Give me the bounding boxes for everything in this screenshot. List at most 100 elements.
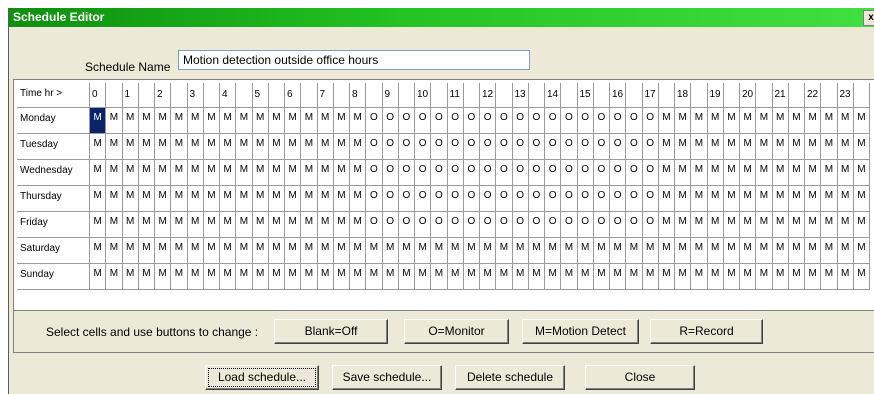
schedule-cell[interactable]: M	[626, 264, 643, 290]
schedule-cell[interactable]: M	[350, 238, 367, 264]
schedule-cell[interactable]: M	[220, 186, 237, 212]
schedule-cell[interactable]: O	[366, 186, 383, 212]
schedule-cell[interactable]: M	[545, 238, 562, 264]
schedule-cell[interactable]: M	[853, 108, 870, 134]
schedule-cell[interactable]: M	[805, 134, 822, 160]
schedule-cell[interactable]: M	[756, 186, 773, 212]
schedule-cell[interactable]: M	[350, 264, 367, 290]
schedule-cell[interactable]: O	[382, 186, 399, 212]
schedule-cell[interactable]: M	[756, 264, 773, 290]
schedule-cell[interactable]: M	[837, 264, 854, 290]
schedule-cell[interactable]: O	[593, 160, 610, 186]
schedule-cell[interactable]: M	[853, 238, 870, 264]
schedule-cell[interactable]: M	[90, 186, 107, 212]
schedule-cell[interactable]: M	[220, 212, 237, 238]
schedule-cell[interactable]: M	[642, 264, 659, 290]
schedule-cell[interactable]: M	[333, 160, 350, 186]
schedule-cell[interactable]: M	[545, 264, 562, 290]
schedule-cell[interactable]: M	[675, 212, 692, 238]
schedule-cell[interactable]: O	[447, 134, 464, 160]
schedule-cell[interactable]: M	[658, 134, 675, 160]
schedule-cell[interactable]: O	[610, 212, 627, 238]
schedule-cell[interactable]: O	[480, 160, 497, 186]
schedule-cell[interactable]: O	[545, 212, 562, 238]
schedule-cell[interactable]: M	[821, 212, 838, 238]
schedule-cell[interactable]: M	[317, 212, 334, 238]
schedule-cell[interactable]: M	[285, 238, 302, 264]
schedule-cell[interactable]: M	[853, 264, 870, 290]
schedule-cell[interactable]: M	[821, 238, 838, 264]
schedule-cell[interactable]: M	[203, 264, 220, 290]
schedule-cell[interactable]: M	[171, 160, 188, 186]
schedule-cell[interactable]: O	[431, 108, 448, 134]
schedule-cell[interactable]: M	[431, 264, 448, 290]
schedule-cell[interactable]: M	[122, 186, 139, 212]
schedule-cell[interactable]: M	[642, 238, 659, 264]
schedule-cell[interactable]: M	[203, 238, 220, 264]
schedule-cell[interactable]: O	[610, 134, 627, 160]
schedule-cell[interactable]: M	[90, 264, 107, 290]
schedule-cell[interactable]: M	[658, 108, 675, 134]
schedule-cell[interactable]: O	[366, 134, 383, 160]
schedule-cell[interactable]: O	[382, 108, 399, 134]
schedule-cell[interactable]: M	[268, 238, 285, 264]
schedule-cell[interactable]: O	[366, 108, 383, 134]
schedule-cell[interactable]: M	[317, 160, 334, 186]
schedule-cell[interactable]: M	[138, 108, 155, 134]
close-button[interactable]: Close	[585, 365, 695, 390]
schedule-cell[interactable]: M	[155, 264, 172, 290]
schedule-cell[interactable]: M	[528, 264, 545, 290]
schedule-cell[interactable]: M	[285, 264, 302, 290]
schedule-cell[interactable]: M	[788, 134, 805, 160]
schedule-cell[interactable]: O	[577, 212, 594, 238]
schedule-cell[interactable]: M	[707, 108, 724, 134]
schedule-cell[interactable]: M	[350, 186, 367, 212]
schedule-cell[interactable]: M	[658, 238, 675, 264]
schedule-cell[interactable]: O	[528, 108, 545, 134]
schedule-cell[interactable]: M	[447, 264, 464, 290]
schedule-cell[interactable]: M	[220, 108, 237, 134]
schedule-cell[interactable]: O	[463, 186, 480, 212]
schedule-cell[interactable]: M	[268, 264, 285, 290]
schedule-cell[interactable]: O	[626, 186, 643, 212]
schedule-cell[interactable]: M	[122, 264, 139, 290]
schedule-cell[interactable]: M	[691, 264, 708, 290]
schedule-cell[interactable]: M	[252, 212, 269, 238]
schedule-cell[interactable]: O	[512, 134, 529, 160]
load-schedule-button[interactable]: Load schedule...	[205, 365, 319, 390]
schedule-cell[interactable]: M	[252, 160, 269, 186]
schedule-cell[interactable]: M	[285, 160, 302, 186]
schedule-cell[interactable]: M	[756, 134, 773, 160]
schedule-cell[interactable]: M	[821, 264, 838, 290]
schedule-cell[interactable]: M	[220, 134, 237, 160]
motion-detect-button[interactable]: M=Motion Detect	[522, 319, 639, 344]
schedule-cell[interactable]: M	[285, 108, 302, 134]
schedule-cell[interactable]: O	[561, 134, 578, 160]
schedule-cell[interactable]: M	[837, 134, 854, 160]
schedule-cell[interactable]: M	[821, 160, 838, 186]
schedule-cell[interactable]: O	[463, 134, 480, 160]
schedule-cell[interactable]: M	[106, 186, 123, 212]
schedule-cell[interactable]: M	[480, 264, 497, 290]
schedule-cell[interactable]: M	[187, 134, 204, 160]
schedule-cell[interactable]: M	[853, 212, 870, 238]
schedule-cell[interactable]: M	[772, 238, 789, 264]
schedule-cell[interactable]: M	[187, 238, 204, 264]
schedule-cell[interactable]: M	[155, 212, 172, 238]
schedule-cell[interactable]: M	[593, 238, 610, 264]
schedule-cell[interactable]: M	[106, 264, 123, 290]
schedule-cell[interactable]: O	[447, 108, 464, 134]
schedule-cell[interactable]: M	[333, 264, 350, 290]
schedule-cell[interactable]: M	[90, 238, 107, 264]
schedule-cell[interactable]: O	[545, 160, 562, 186]
schedule-cell[interactable]: M	[723, 134, 740, 160]
schedule-cell[interactable]: M	[155, 186, 172, 212]
schedule-cell[interactable]: M	[756, 238, 773, 264]
schedule-cell[interactable]: M	[398, 238, 415, 264]
schedule-cell[interactable]: M	[740, 238, 757, 264]
schedule-cell[interactable]: O	[463, 108, 480, 134]
schedule-cell[interactable]: O	[528, 186, 545, 212]
schedule-cell[interactable]: O	[642, 108, 659, 134]
schedule-cell[interactable]: O	[415, 212, 432, 238]
schedule-cell[interactable]: M	[821, 108, 838, 134]
